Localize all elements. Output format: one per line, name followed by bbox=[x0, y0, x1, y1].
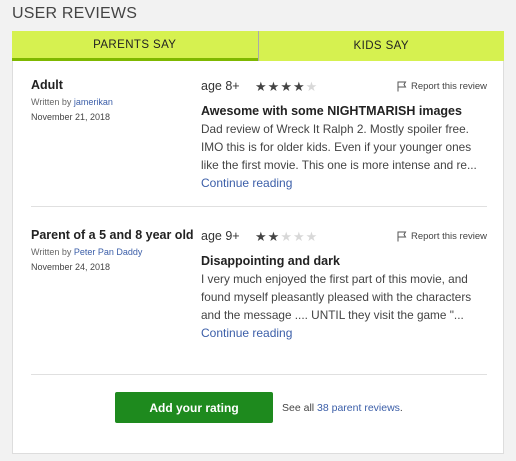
star-rating: ★ ★ ★ ★ ★ bbox=[255, 80, 317, 93]
star-filled-icon: ★ bbox=[255, 228, 267, 244]
star-filled-icon: ★ bbox=[280, 78, 292, 94]
report-label: Report this review bbox=[410, 230, 487, 242]
tab-bar: PARENTS SAY KIDS SAY bbox=[12, 31, 504, 61]
age-rating: age 8+ bbox=[201, 79, 240, 93]
see-all-reviews: See all 38 parent reviews. bbox=[282, 402, 403, 414]
review-title: Disappointing and dark bbox=[201, 254, 340, 268]
review-meta: age 9+ ★ ★ ★ ★ ★ Report this review bbox=[201, 228, 487, 244]
star-empty-icon: ★ bbox=[292, 228, 305, 244]
flag-icon bbox=[397, 231, 407, 241]
divider bbox=[31, 374, 487, 375]
age-rating: age 9+ bbox=[201, 229, 240, 243]
review-title: Awesome with some NIGHTMARISH images bbox=[201, 104, 462, 118]
continue-reading-link[interactable]: Continue reading bbox=[201, 176, 487, 190]
author-link[interactable]: jamerikan bbox=[74, 97, 113, 107]
written-by-label: Written by bbox=[31, 247, 72, 257]
divider bbox=[31, 206, 487, 207]
reviews-footer: Add your rating See all 38 parent review… bbox=[13, 392, 503, 432]
reviewer-type: Adult bbox=[31, 78, 63, 92]
tab-parents-say[interactable]: PARENTS SAY bbox=[12, 31, 258, 61]
written-by-label: Written by bbox=[31, 97, 72, 107]
star-filled-icon: ★ bbox=[267, 228, 280, 244]
star-filled-icon: ★ bbox=[292, 78, 305, 94]
reviewer-type: Parent of a 5 and 8 year old bbox=[31, 228, 194, 242]
star-filled-icon: ★ bbox=[267, 78, 280, 94]
star-empty-icon: ★ bbox=[280, 228, 292, 244]
report-review-link[interactable]: Report this review bbox=[397, 81, 487, 92]
review-date: November 24, 2018 bbox=[31, 262, 111, 272]
report-label: Report this review bbox=[410, 80, 487, 92]
see-all-prefix: See all bbox=[282, 402, 315, 414]
flag-icon bbox=[397, 81, 407, 91]
review-excerpt: I very much enjoyed the first part of th… bbox=[201, 272, 472, 322]
star-rating: ★ ★ ★ ★ ★ bbox=[255, 230, 317, 243]
review-date: November 21, 2018 bbox=[31, 112, 111, 122]
star-empty-icon: ★ bbox=[305, 78, 318, 94]
see-all-reviews-link[interactable]: 38 parent reviews bbox=[317, 402, 400, 414]
star-filled-icon: ★ bbox=[255, 78, 267, 94]
reviewer-info: Parent of a 5 and 8 year old Written by … bbox=[31, 228, 201, 272]
add-rating-button[interactable]: Add your rating bbox=[115, 392, 273, 423]
review-body: age 9+ ★ ★ ★ ★ ★ Report this review Disappoi… bbox=[201, 228, 487, 340]
star-empty-icon: ★ bbox=[305, 228, 318, 244]
review-meta: age 8+ ★ ★ ★ ★ ★ Report this review bbox=[201, 78, 487, 94]
see-all-suffix: . bbox=[399, 402, 403, 414]
tab-kids-say[interactable]: KIDS SAY bbox=[257, 31, 504, 61]
written-by: Written by Peter Pan Daddy bbox=[31, 247, 201, 257]
review-body: age 8+ ★ ★ ★ ★ ★ Report this review Awesome … bbox=[201, 78, 487, 190]
reviews-panel: PARENTS SAY KIDS SAY Adult Written by ja… bbox=[12, 31, 504, 454]
written-by: Written by jamerikan bbox=[31, 97, 201, 107]
section-title: USER REVIEWS bbox=[12, 5, 138, 22]
author-link[interactable]: Peter Pan Daddy bbox=[74, 247, 143, 257]
reviewer-info: Adult Written by jamerikan November 21, … bbox=[31, 78, 201, 122]
continue-reading-link[interactable]: Continue reading bbox=[201, 326, 487, 340]
report-review-link[interactable]: Report this review bbox=[397, 231, 487, 242]
review-excerpt: Dad review of Wreck It Ralph 2. Mostly s… bbox=[201, 122, 477, 172]
